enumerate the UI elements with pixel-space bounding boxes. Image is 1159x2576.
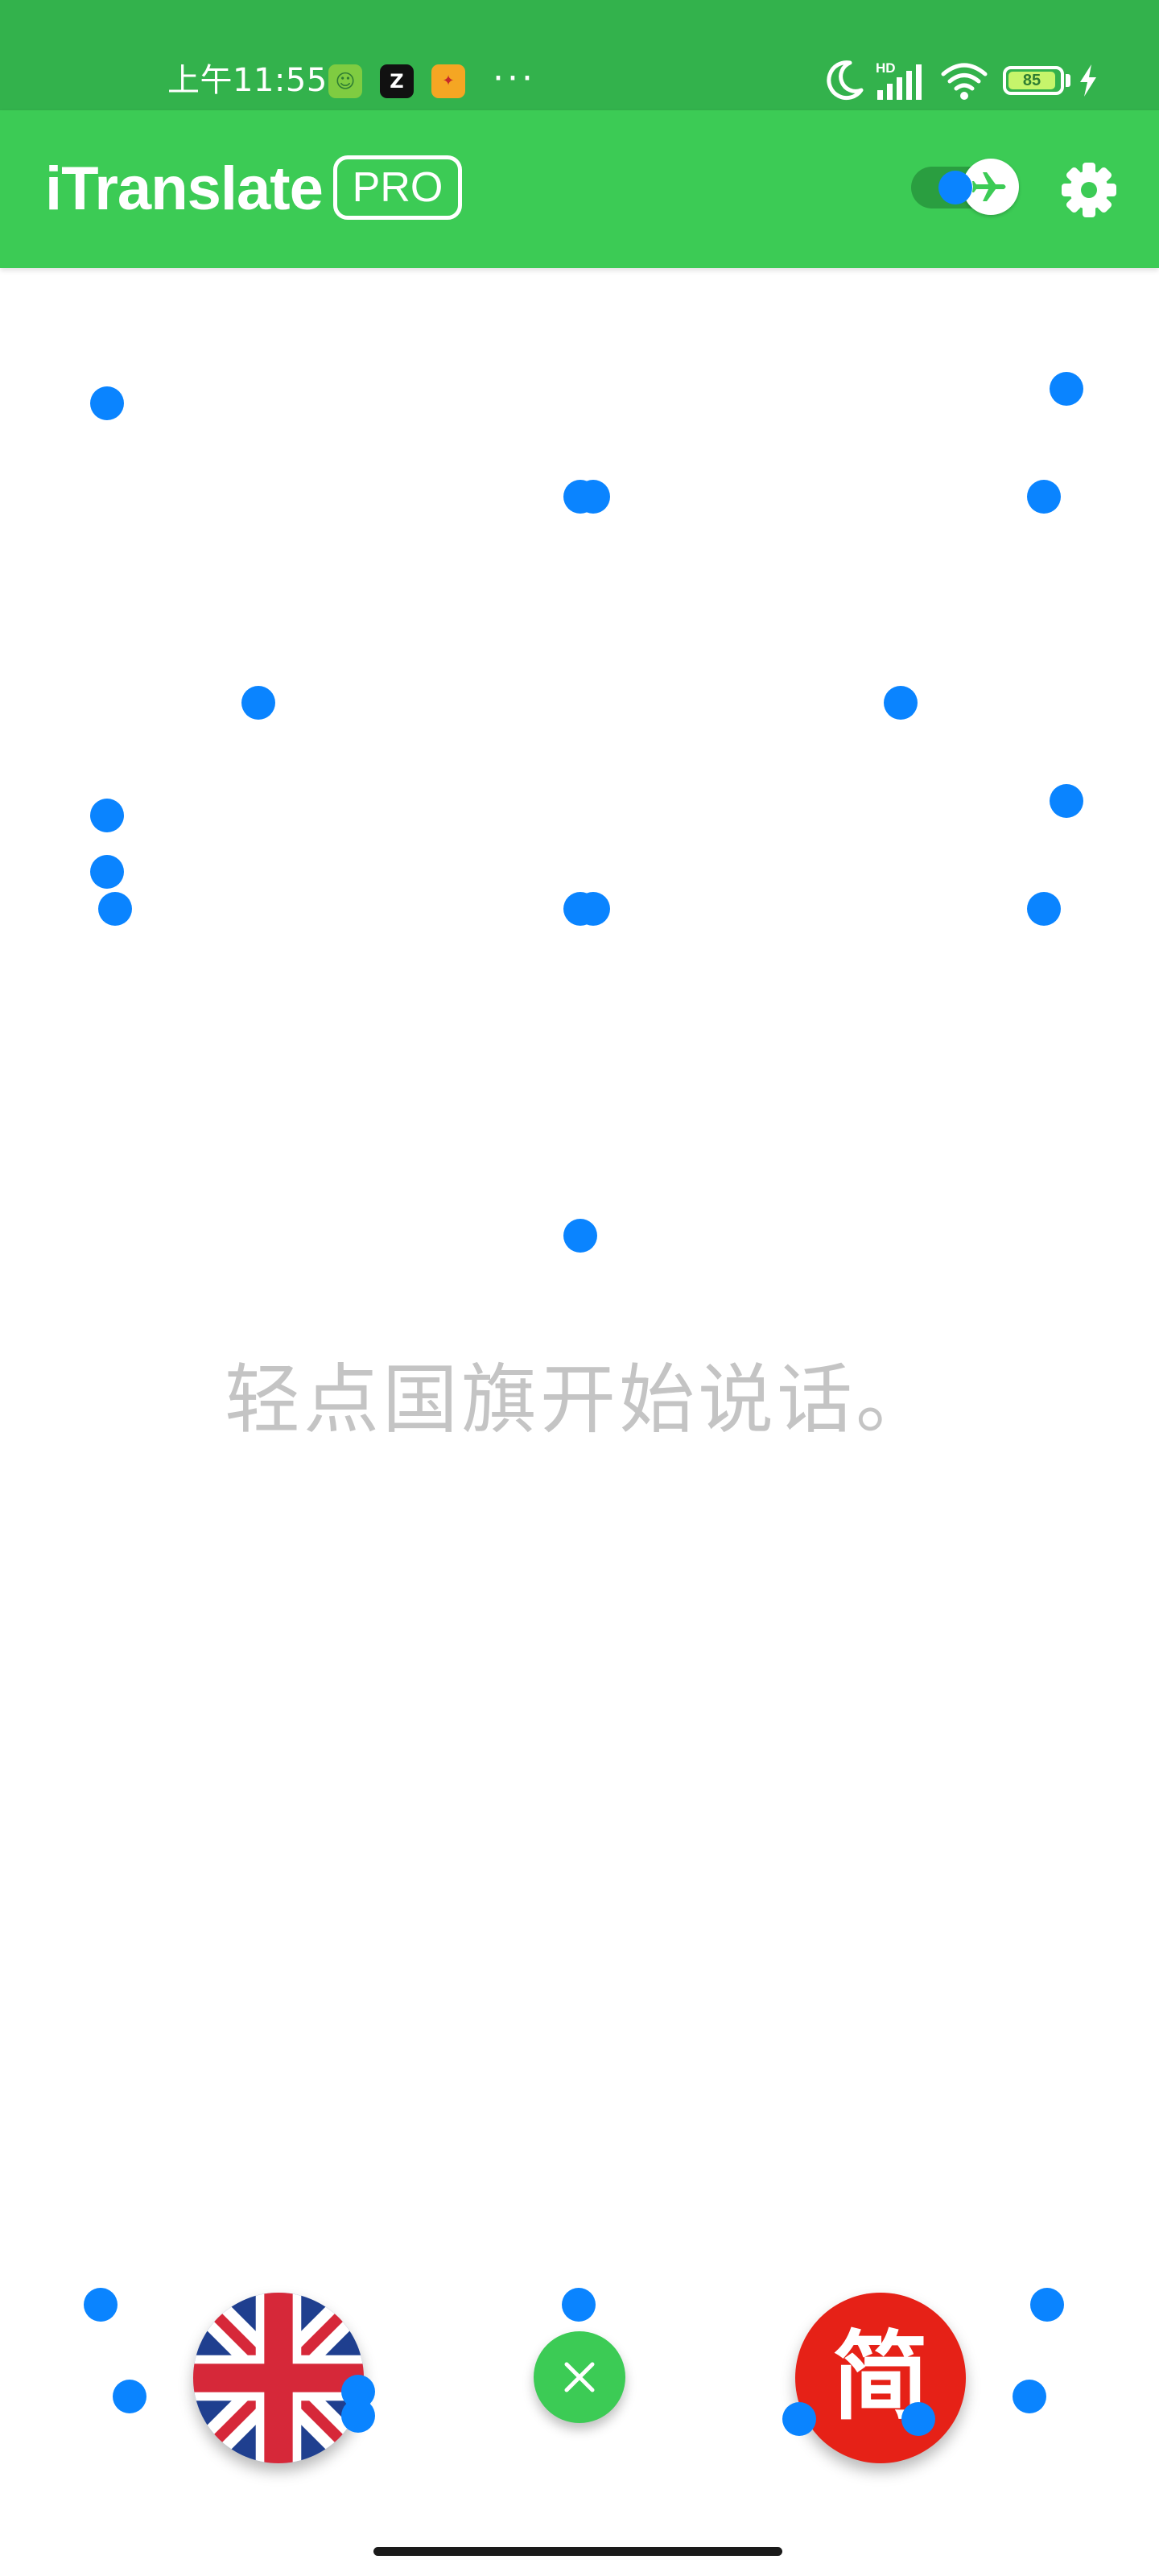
settings-button[interactable] bbox=[1059, 160, 1119, 220]
touch-marker bbox=[84, 2288, 118, 2322]
battery-icon: 85 bbox=[1003, 66, 1064, 95]
touch-marker bbox=[562, 2288, 596, 2322]
charging-icon bbox=[1080, 64, 1096, 97]
airplane-icon bbox=[972, 172, 1006, 201]
touch-marker bbox=[241, 686, 275, 720]
close-icon bbox=[564, 2362, 595, 2392]
status-bar: 上午11:55 ☺ Z ✦ ··· HD 85 bbox=[0, 0, 1159, 110]
game-app-icon: ✦ bbox=[431, 64, 465, 98]
status-time: 上午11:55 bbox=[167, 62, 328, 99]
touch-marker bbox=[576, 480, 610, 514]
wifi-icon bbox=[941, 63, 988, 100]
touch-marker bbox=[576, 892, 610, 926]
battery-cap bbox=[1066, 74, 1070, 87]
touch-marker bbox=[938, 171, 972, 204]
app-title: iTranslate bbox=[45, 155, 324, 223]
more-notifications-icon: ··· bbox=[493, 58, 536, 99]
speak-hint: 轻点国旗开始说话。 bbox=[224, 1356, 934, 1444]
touch-marker bbox=[1030, 2288, 1064, 2322]
network-type-label: HD bbox=[876, 60, 896, 76]
touch-marker bbox=[1050, 784, 1083, 818]
home-indicator[interactable] bbox=[373, 2547, 782, 2556]
touch-marker bbox=[341, 2399, 375, 2433]
app-bar: iTranslate PRO bbox=[0, 110, 1159, 268]
touch-marker bbox=[1050, 372, 1083, 406]
pro-badge: PRO bbox=[333, 155, 462, 220]
touch-marker bbox=[98, 892, 132, 926]
touch-marker bbox=[1013, 2380, 1046, 2413]
signal-icon: HD bbox=[876, 60, 922, 100]
touch-marker bbox=[782, 2402, 816, 2436]
touch-marker bbox=[90, 799, 124, 832]
battery-level: 85 bbox=[1008, 72, 1055, 89]
touch-marker bbox=[901, 2402, 935, 2436]
target-language-button[interactable]: 简 bbox=[795, 2293, 966, 2463]
clear-button[interactable] bbox=[534, 2331, 625, 2423]
source-language-button[interactable] bbox=[193, 2293, 364, 2463]
touch-marker bbox=[1027, 480, 1061, 514]
z-app-icon: Z bbox=[380, 64, 414, 98]
touch-marker bbox=[1027, 892, 1061, 926]
touch-marker bbox=[113, 2380, 146, 2413]
gear-icon bbox=[1062, 163, 1116, 217]
uk-flag-icon bbox=[193, 2293, 364, 2463]
touch-marker bbox=[90, 386, 124, 420]
touch-marker bbox=[563, 1219, 597, 1253]
moon-icon bbox=[827, 60, 864, 101]
touch-marker bbox=[90, 855, 124, 889]
touch-marker bbox=[884, 686, 918, 720]
android-face-icon: ☺ bbox=[328, 64, 362, 98]
